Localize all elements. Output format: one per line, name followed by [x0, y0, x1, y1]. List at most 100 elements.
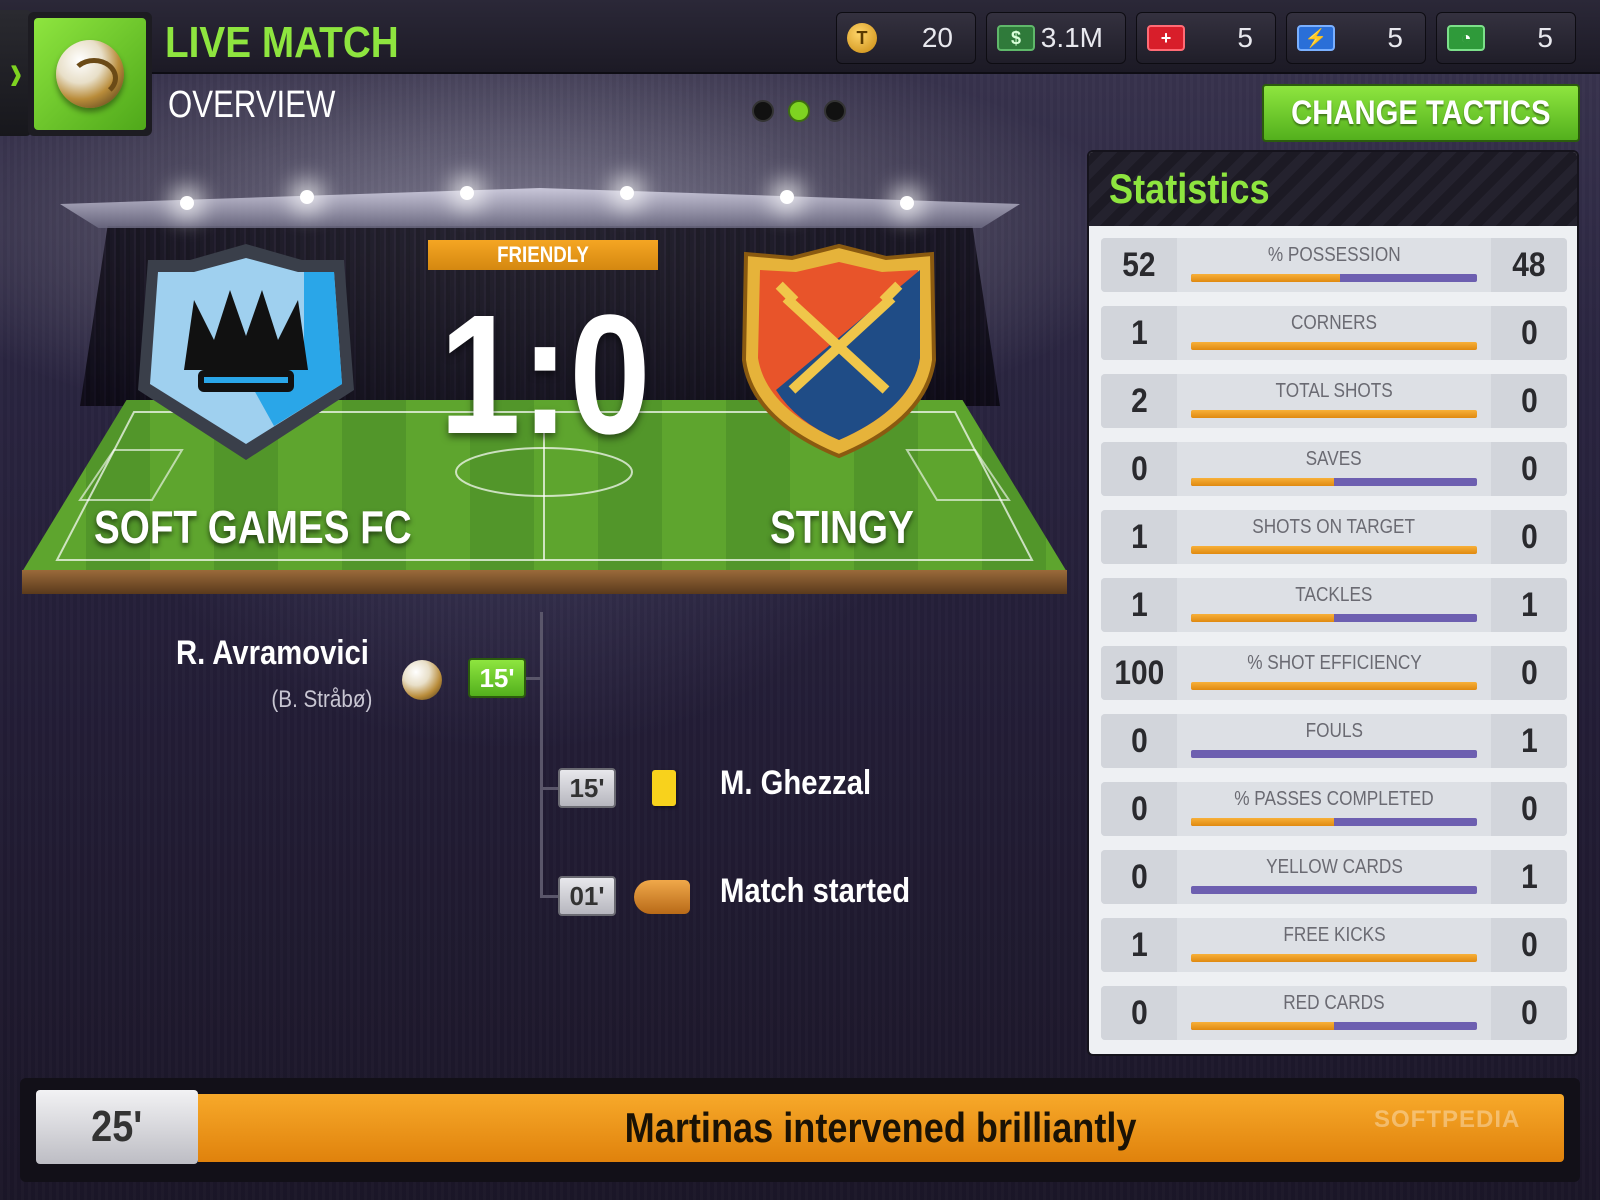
whistle-icon [634, 880, 690, 914]
floodlights [60, 186, 1020, 220]
medical-kit-icon: + [1147, 25, 1185, 51]
stat-home-value: 100 [1101, 646, 1177, 700]
stat-label: YELLOW CARDS [1265, 856, 1403, 878]
stat-label: % POSSESSION [1267, 244, 1401, 266]
change-tactics-label: CHANGE TACTICS [1291, 93, 1551, 132]
event-minute: 01' [558, 876, 616, 916]
event-minute: 15' [468, 658, 526, 698]
watermark: SOFTPEDIA [1374, 1106, 1521, 1133]
match-type-label: FRIENDLY [497, 242, 589, 267]
stat-home-value: 0 [1101, 714, 1177, 768]
stat-bar-home-fill [1191, 682, 1477, 690]
ball-icon [402, 660, 442, 700]
change-tactics-button[interactable]: CHANGE TACTICS [1262, 84, 1580, 142]
stat-bar [1191, 614, 1477, 622]
current-minute-label: 25' [91, 1102, 143, 1151]
stat-home-value: 52 [1101, 238, 1177, 292]
home-team-name: SOFT GAMES FC [94, 500, 472, 554]
event-player-label: M. Ghezzal [720, 764, 872, 802]
stat-bar-home-fill [1191, 1022, 1334, 1030]
chevron-right-icon: › [9, 42, 23, 102]
resource-value: 3.1M [1040, 22, 1103, 53]
pitch-base [22, 570, 1067, 594]
home-team-crest[interactable] [134, 240, 358, 464]
resource-energy[interactable]: ⚡ 5 [1286, 12, 1426, 64]
stat-home-value: 1 [1101, 918, 1177, 972]
clock-icon: ◔ [1447, 25, 1485, 51]
stat-home-value: 0 [1101, 986, 1177, 1040]
stat-row: 0 SAVES 0 [1101, 442, 1567, 496]
stat-row: 0 FOULS 1 [1101, 714, 1567, 768]
stat-away-value: 1 [1491, 850, 1567, 904]
away-team-label: STINGY [770, 501, 914, 553]
timeline-axis [540, 612, 543, 898]
token-coin-icon: T [847, 23, 877, 53]
page-subtitle: OVERVIEW [168, 84, 336, 126]
stat-label: SAVES [1305, 448, 1363, 470]
resource-value: 5 [1387, 22, 1403, 53]
stat-row: 0 RED CARDS 0 [1101, 986, 1567, 1040]
stat-home-value: 1 [1101, 306, 1177, 360]
football-icon [56, 40, 124, 108]
stat-bar [1191, 954, 1477, 962]
stat-away-value: 0 [1491, 918, 1567, 972]
current-minute: 25' [36, 1090, 198, 1164]
stat-bar [1191, 750, 1477, 758]
page-dot-active[interactable] [788, 100, 810, 122]
stat-home-value: 1 [1101, 578, 1177, 632]
resource-value: 5 [1537, 22, 1553, 53]
stat-bar [1191, 886, 1477, 894]
stat-away-value: 0 [1491, 442, 1567, 496]
event-player-label: R. Avramovici [176, 634, 369, 672]
statistics-header: Statistics [1089, 152, 1577, 226]
stat-bar [1191, 818, 1477, 826]
resource-tokens[interactable]: T 20 [836, 12, 976, 64]
page-indicator [752, 100, 846, 122]
commentary-text: Martinas intervened brilliantly [198, 1094, 1564, 1162]
stat-bar-home-fill [1191, 614, 1334, 622]
resource-value: 20 [921, 22, 953, 53]
stat-bar-home-fill [1191, 818, 1334, 826]
stat-away-value: 48 [1491, 238, 1567, 292]
energy-icon: ⚡ [1297, 25, 1335, 51]
stat-bar [1191, 410, 1477, 418]
stat-label: FREE KICKS [1282, 924, 1386, 946]
stat-away-value: 0 [1491, 986, 1567, 1040]
app-logo [28, 12, 152, 136]
page-title: LIVE MATCH [165, 18, 399, 67]
stat-label: RED CARDS [1283, 992, 1385, 1014]
stat-home-value: 1 [1101, 510, 1177, 564]
yellow-card-icon [652, 770, 676, 806]
page-dot[interactable] [824, 100, 846, 122]
stat-away-value: 0 [1491, 510, 1567, 564]
stat-label: TOTAL SHOTS [1275, 380, 1393, 402]
stat-row: 1 TACKLES 1 [1101, 578, 1567, 632]
stat-row: 0 YELLOW CARDS 1 [1101, 850, 1567, 904]
resource-medical[interactable]: + 5 [1136, 12, 1276, 64]
stat-label: % SHOT EFFICIENCY [1246, 652, 1422, 674]
stat-label: FOULS [1305, 720, 1363, 742]
stat-row: 100 % SHOT EFFICIENCY 0 [1101, 646, 1567, 700]
event-player-label: Match started [720, 872, 911, 910]
statistics-panel: Statistics 52 % POSSESSION 48 1 CORNERS 0 2 TOT… [1087, 150, 1579, 1056]
stat-bar [1191, 478, 1477, 486]
stat-row: 1 FREE KICKS 0 [1101, 918, 1567, 972]
resource-cash[interactable]: $ 3.1M [986, 12, 1126, 64]
cash-icon: $ [997, 25, 1035, 51]
stat-home-value: 0 [1101, 442, 1177, 496]
event-player-name: M. Ghezzal [720, 764, 896, 803]
stat-bar [1191, 682, 1477, 690]
away-team-crest[interactable] [736, 240, 942, 464]
stat-bar-home-fill [1191, 274, 1340, 282]
stat-away-value: 0 [1491, 306, 1567, 360]
stat-label: % PASSES COMPLETED [1234, 788, 1434, 810]
stat-row: 1 CORNERS 0 [1101, 306, 1567, 360]
page-dot[interactable] [752, 100, 774, 122]
event-minute: 15' [558, 768, 616, 808]
stat-row: 52 % POSSESSION 48 [1101, 238, 1567, 292]
stat-row: 1 SHOTS ON TARGET 0 [1101, 510, 1567, 564]
stat-bar-home-fill [1191, 546, 1477, 554]
resource-clock[interactable]: ◔ 5 [1436, 12, 1576, 64]
stat-bar [1191, 546, 1477, 554]
stat-bar [1191, 1022, 1477, 1030]
